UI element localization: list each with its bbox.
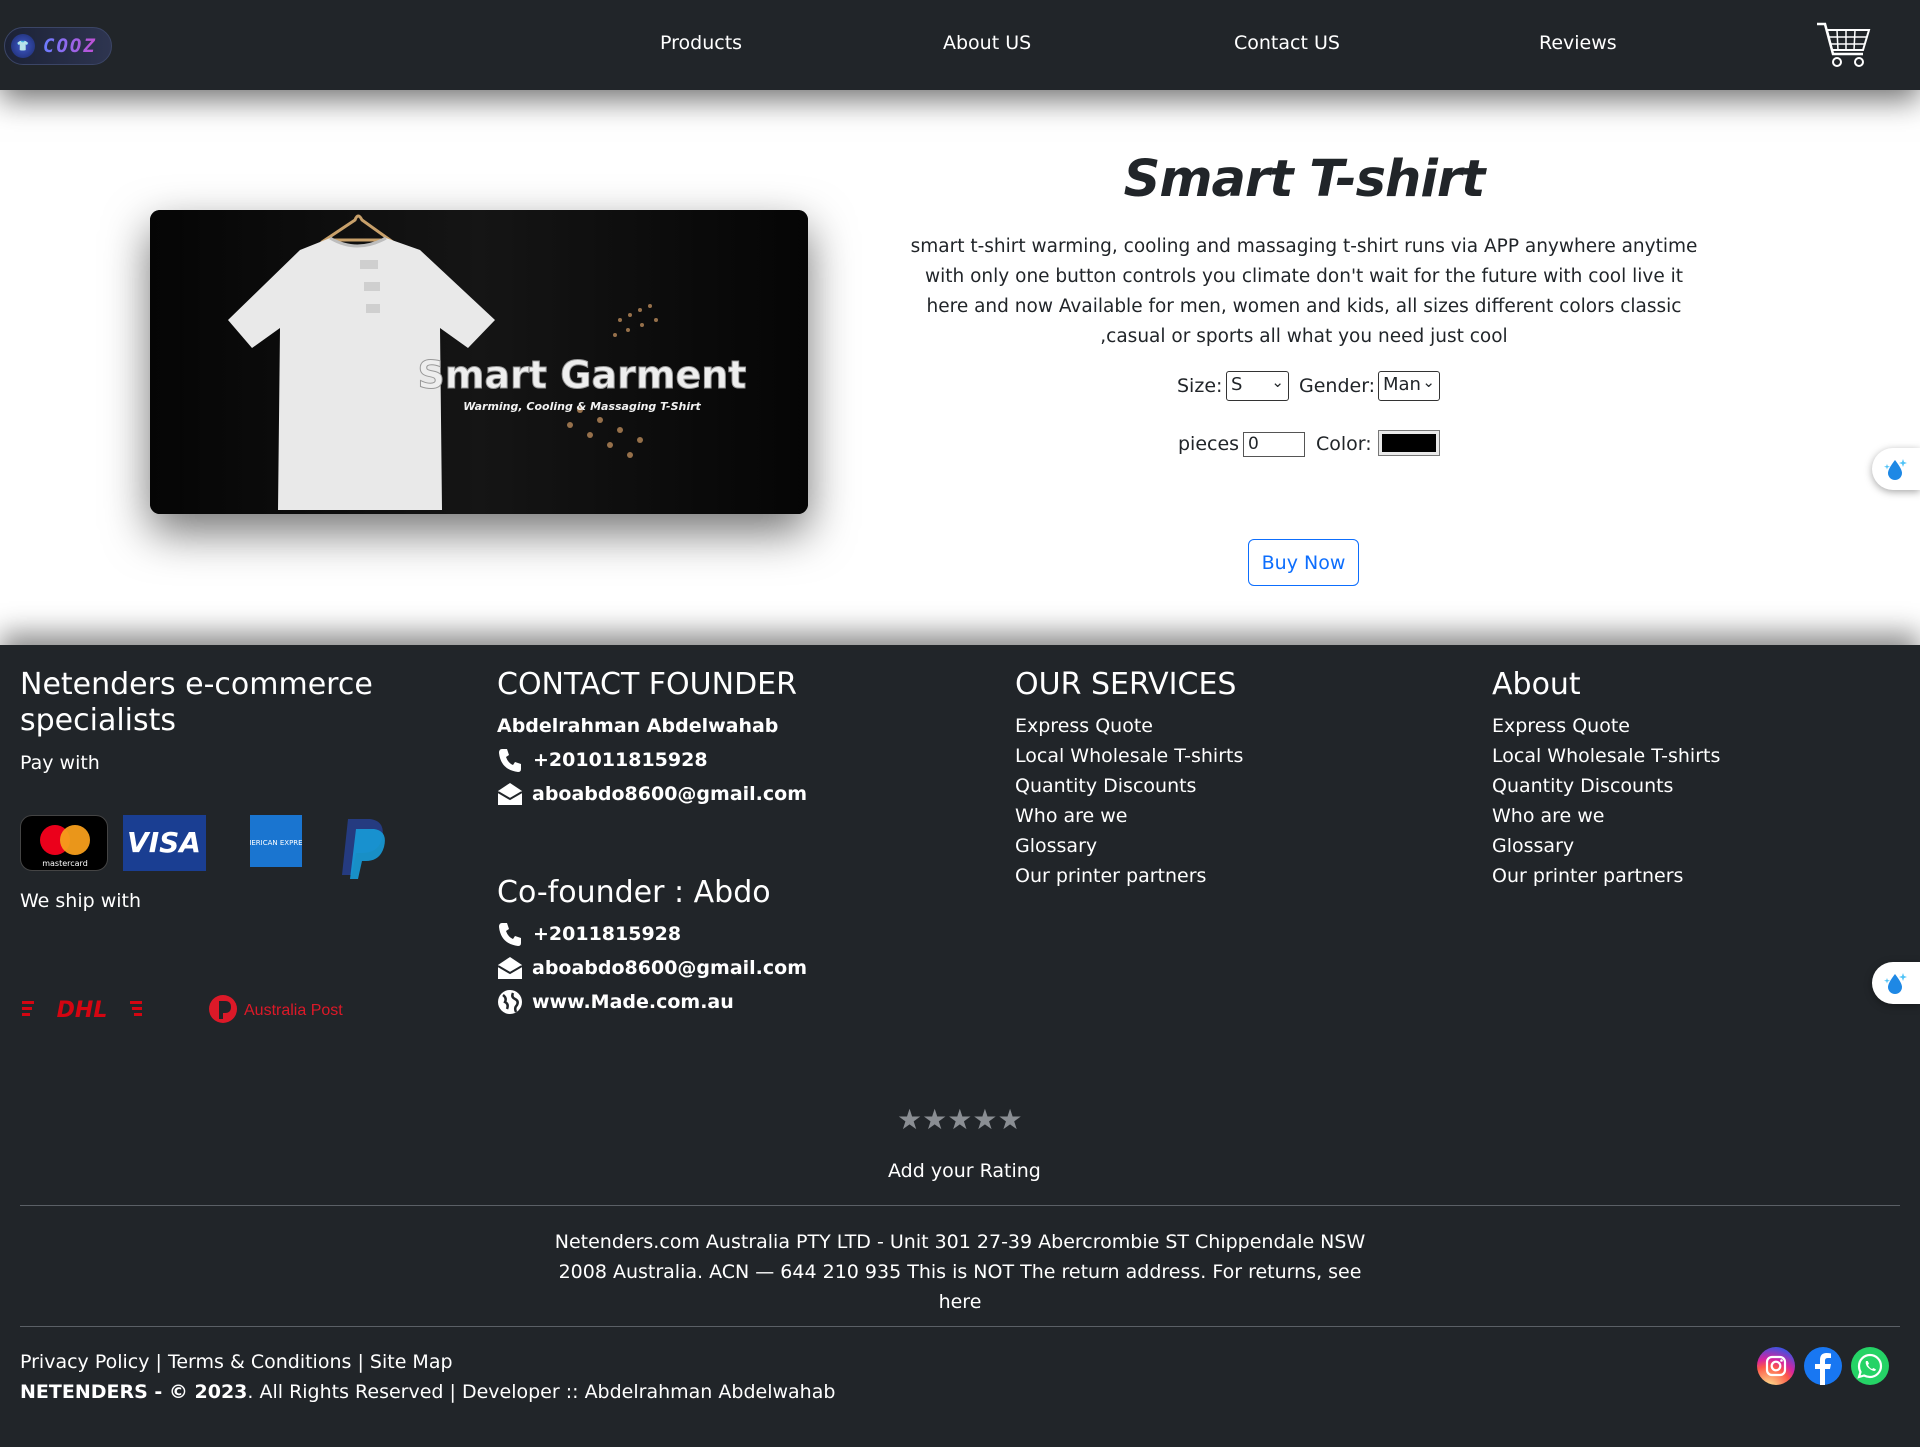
star-icon-4[interactable]: ★ bbox=[972, 1103, 997, 1136]
whatsapp-icon[interactable] bbox=[1851, 1347, 1889, 1385]
founder-email[interactable]: aboabdo8600@gmail.com bbox=[532, 783, 807, 805]
service-link-express-quote[interactable]: Express Quote bbox=[1015, 711, 1153, 741]
legal-separator: | bbox=[155, 1351, 162, 1373]
about-link-discounts[interactable]: Quantity Discounts bbox=[1492, 771, 1673, 801]
australia-post-text: Australia Post bbox=[244, 1002, 343, 1019]
privacy-policy-link[interactable]: Privacy Policy bbox=[20, 1351, 149, 1373]
pieces-input[interactable]: 0 bbox=[1243, 432, 1305, 457]
rating-stars: ★★★★★ bbox=[897, 1103, 1023, 1136]
cofounder-website[interactable]: www.Made.com.au bbox=[532, 991, 734, 1013]
product-description: smart t-shirt warming, cooling and massa… bbox=[910, 236, 1698, 347]
size-select[interactable]: S ⌄ bbox=[1226, 371, 1289, 401]
envelope-open-icon bbox=[497, 783, 523, 805]
copyright: NETENDERS - © 2023. All Rights Reserved … bbox=[20, 1381, 835, 1403]
cofounder-heading: Co-founder : Abdo bbox=[497, 875, 771, 910]
gender-select-value: Man bbox=[1383, 374, 1421, 395]
about-heading: About bbox=[1492, 667, 1581, 702]
instagram-icon[interactable] bbox=[1757, 1347, 1795, 1385]
globe-icon bbox=[498, 990, 522, 1014]
shopping-cart-icon[interactable] bbox=[1815, 20, 1871, 70]
image-title: Smart Garment bbox=[418, 353, 747, 397]
contact-founder-heading: CONTACT FOUNDER bbox=[497, 667, 797, 702]
footer-divider bbox=[20, 1205, 1900, 1206]
color-picker[interactable] bbox=[1378, 430, 1440, 456]
paypal-icon bbox=[336, 815, 392, 879]
australia-post-logo-icon: Australia Post bbox=[209, 995, 343, 1023]
about-link-printer-partners[interactable]: Our printer partners bbox=[1492, 861, 1683, 891]
product-image: Smart Garment Warming, Cooling & Massagi… bbox=[150, 210, 808, 514]
color-picker-swatch bbox=[1382, 434, 1436, 452]
dhl-logo-icon: DHL bbox=[22, 998, 142, 1023]
envelope-open-icon bbox=[497, 957, 523, 979]
star-icon-5[interactable]: ★ bbox=[997, 1103, 1022, 1136]
logo-text: COOZ bbox=[43, 35, 97, 57]
chevron-down-icon: ⌄ bbox=[1422, 373, 1435, 391]
footer-divider-2 bbox=[20, 1326, 1900, 1327]
star-icon-3[interactable]: ★ bbox=[947, 1103, 972, 1136]
top-navbar: 👕 COOZ Products About US Contact US Revi… bbox=[0, 0, 1920, 90]
amex-text: AMERICAN EXPRESS bbox=[250, 839, 302, 847]
nav-link-products[interactable]: Products bbox=[660, 32, 742, 54]
about-link-glossary[interactable]: Glossary bbox=[1492, 831, 1574, 861]
phone-icon bbox=[499, 749, 521, 772]
size-select-value: S bbox=[1231, 374, 1243, 395]
founder-phone[interactable]: +201011815928 bbox=[533, 749, 708, 771]
product-title: Smart T-shirt bbox=[1123, 150, 1486, 209]
star-icon-2[interactable]: ★ bbox=[922, 1103, 947, 1136]
pay-with-label: Pay with bbox=[20, 752, 100, 774]
chevron-down-icon: ⌄ bbox=[1271, 373, 1284, 391]
about-link-who-are-we[interactable]: Who are we bbox=[1492, 801, 1605, 831]
service-link-glossary[interactable]: Glossary bbox=[1015, 831, 1097, 861]
mastercard-text: mastercard bbox=[42, 859, 88, 868]
sitemap-link[interactable]: Site Map bbox=[370, 1351, 453, 1373]
water-drop-widget-button-2[interactable] bbox=[1872, 962, 1920, 1004]
visa-icon: VISA bbox=[123, 815, 206, 871]
footer-brand-heading: Netenders e-commerce specialists bbox=[20, 667, 373, 738]
nav-link-about[interactable]: About US bbox=[943, 32, 1031, 54]
gender-select[interactable]: Man ⌄ bbox=[1378, 371, 1440, 401]
nav-link-contact[interactable]: Contact US bbox=[1234, 32, 1340, 54]
about-link-wholesale[interactable]: Local Wholesale T-shirts bbox=[1492, 741, 1720, 771]
mastercard-icon: mastercard bbox=[20, 815, 108, 871]
service-link-printer-partners[interactable]: Our printer partners bbox=[1015, 861, 1206, 891]
water-drop-icon bbox=[1884, 459, 1907, 480]
logo-badge-icon: 👕 bbox=[11, 34, 35, 58]
buy-now-button[interactable]: Buy Now bbox=[1248, 539, 1359, 586]
nav-link-reviews[interactable]: Reviews bbox=[1539, 32, 1617, 54]
image-subtitle: Warming, Cooling & Massaging T-Shirt bbox=[463, 400, 701, 413]
legal-links: Privacy Policy | Terms & Conditions | Si… bbox=[20, 1351, 453, 1373]
water-drop-icon bbox=[1884, 973, 1907, 994]
company-address-line1: Netenders.com Australia PTY LTD - Unit 3… bbox=[554, 1231, 1366, 1253]
about-link-express-quote[interactable]: Express Quote bbox=[1492, 711, 1630, 741]
founder-name: Abdelrahman Abdelwahab bbox=[497, 715, 779, 737]
phone-icon bbox=[499, 923, 521, 946]
size-label: Size: bbox=[1177, 375, 1223, 397]
dhl-text: DHL bbox=[57, 998, 108, 1023]
cofounder-phone[interactable]: +2011815928 bbox=[533, 923, 681, 945]
facebook-icon[interactable] bbox=[1804, 1347, 1842, 1385]
our-services-heading: OUR SERVICES bbox=[1015, 667, 1237, 702]
terms-link[interactable]: Terms & Conditions bbox=[168, 1351, 351, 1373]
star-icon-1[interactable]: ★ bbox=[897, 1103, 922, 1136]
cofounder-email[interactable]: aboabdo8600@gmail.com bbox=[532, 957, 807, 979]
water-drop-widget-button[interactable] bbox=[1872, 448, 1920, 490]
site-logo[interactable]: 👕 COOZ bbox=[4, 27, 112, 65]
visa-text: VISA bbox=[127, 826, 201, 859]
amex-icon: AMERICAN EXPRESS bbox=[241, 815, 312, 867]
company-address-line2: 2008 Australia. ACN — 644 210 935 This i… bbox=[558, 1261, 1362, 1313]
pieces-label: pieces bbox=[1178, 433, 1240, 455]
copyright-rest: . All Rights Reserved | Developer :: Abd… bbox=[247, 1381, 836, 1403]
color-label: Color: bbox=[1316, 433, 1372, 455]
copyright-brand: NETENDERS - © 2023 bbox=[20, 1381, 248, 1403]
service-link-wholesale[interactable]: Local Wholesale T-shirts bbox=[1015, 741, 1243, 771]
gender-label: Gender: bbox=[1299, 375, 1376, 397]
legal-separator: | bbox=[357, 1351, 364, 1373]
add-rating-label: Add your Rating bbox=[888, 1160, 1041, 1182]
service-link-who-are-we[interactable]: Who are we bbox=[1015, 801, 1128, 831]
service-link-discounts[interactable]: Quantity Discounts bbox=[1015, 771, 1196, 801]
ship-with-label: We ship with bbox=[20, 890, 142, 912]
